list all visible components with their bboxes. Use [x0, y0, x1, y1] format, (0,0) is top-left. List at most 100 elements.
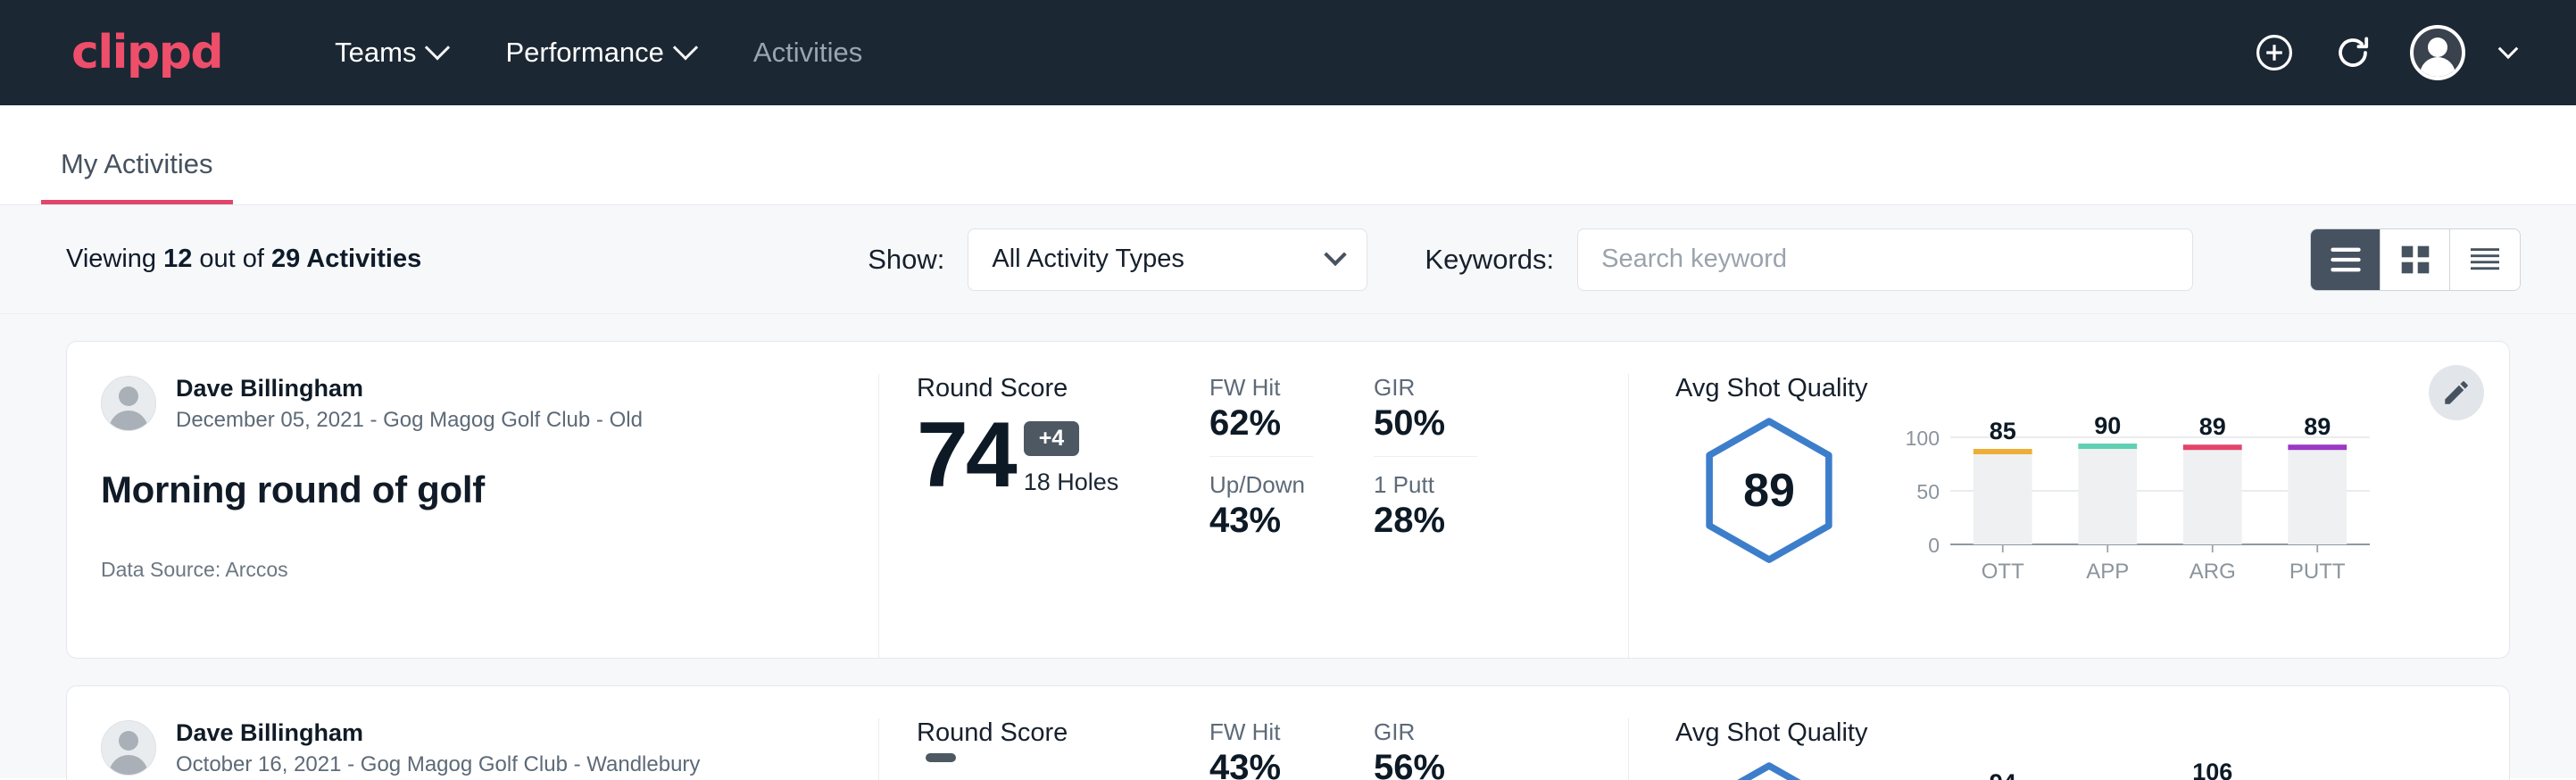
bar-value-label: 89 — [2199, 413, 2226, 440]
bar — [2183, 449, 2242, 544]
bar-chart-svg: 05010094OTT82APP106ARG87PUTT — [1895, 751, 2377, 780]
filter-bar: Viewing 12 out of 29 Activities Show: Al… — [0, 205, 2576, 314]
bar-value-label: 85 — [1990, 418, 2016, 444]
bar — [1974, 453, 2032, 544]
x-tick-label: APP — [2086, 560, 2129, 584]
avatar-body — [2420, 57, 2456, 77]
tab-bar: My Activities — [0, 105, 2576, 205]
chevron-down-icon — [1325, 243, 1347, 265]
bar-value-label: 87 — [2304, 776, 2331, 780]
nav-item-performance[interactable]: Performance — [482, 26, 717, 79]
add-icon[interactable] — [2253, 31, 2296, 74]
refresh-icon[interactable] — [2331, 31, 2374, 74]
bar-cap — [1974, 449, 2032, 454]
nav-item-teams[interactable]: Teams — [312, 26, 469, 79]
stat-label: FW Hit — [1209, 718, 1313, 746]
activity-author: Dave Billingham October 16, 2021 - Gog M… — [101, 718, 843, 777]
stat-value: 43% — [1209, 748, 1313, 780]
hexagon-score-wrap — [1675, 751, 1863, 780]
x-tick-label: ARG — [2190, 560, 2236, 584]
bar-value-label: 89 — [2304, 413, 2331, 440]
activity-stats-grid: FW Hit 43% GIR 56% — [1209, 718, 1629, 780]
search-input[interactable] — [1601, 245, 2169, 274]
edit-activity-button[interactable] — [2429, 365, 2484, 420]
grid-view-button[interactable] — [2381, 229, 2450, 290]
round-score-row — [917, 753, 1209, 775]
avatar-head — [2428, 37, 2447, 57]
top-navigation-bar: clippd Teams Performance Activities — [0, 0, 2576, 105]
round-score-column: Round Score 74 +4 18 Holes — [879, 374, 1209, 658]
stat-one-putt: 1 Putt 28% — [1374, 471, 1477, 541]
nav-item-activities[interactable]: Activities — [730, 26, 885, 79]
stat-label: GIR — [1374, 374, 1477, 402]
viewing-count: 12 — [163, 245, 192, 273]
keywords-label: Keywords: — [1425, 244, 1554, 276]
avatar-body — [109, 755, 148, 776]
round-score-label: Round Score — [917, 718, 1209, 748]
activity-info-column: Dave Billingham October 16, 2021 - Gog M… — [67, 718, 879, 780]
round-score-row: 74 +4 18 Holes — [917, 409, 1209, 502]
activity-card[interactable]: Dave Billingham October 16, 2021 - Gog M… — [66, 685, 2510, 780]
stat-label: Up/Down — [1209, 471, 1313, 499]
tab-my-activities[interactable]: My Activities — [41, 148, 233, 204]
avatar-body — [109, 411, 148, 431]
avg-shot-quality-value — [1701, 760, 1837, 780]
avg-shot-quality-column: Avg Shot Quality 89 05010085OTT90APP89AR… — [1629, 374, 2509, 658]
round-score-side — [926, 753, 956, 775]
stat-value: 43% — [1209, 501, 1313, 541]
avg-shot-quality-column: Avg Shot Quality 05010094OTT82APP106ARG8… — [1629, 718, 2509, 780]
stat-value: 50% — [1374, 403, 1477, 444]
bar — [2078, 448, 2137, 544]
avatar[interactable] — [2410, 25, 2465, 80]
round-score-column: Round Score — [879, 718, 1209, 780]
nav-item-activities-label: Activities — [753, 37, 862, 69]
avg-shot-quality-value: 89 — [1701, 416, 1837, 566]
avg-shot-quality-body: 05010094OTT82APP106ARG87PUTT — [1675, 751, 2509, 780]
activity-data-source: Data Source: Arccos — [101, 558, 843, 582]
viewing-prefix: Viewing — [66, 245, 163, 273]
bar-cap — [2078, 444, 2137, 449]
bar-value-label: 90 — [2094, 412, 2121, 439]
stat-gir: GIR 56% — [1374, 718, 1477, 780]
stat-fw-hit: FW Hit 43% — [1209, 718, 1313, 780]
compact-view-button[interactable] — [2450, 229, 2520, 290]
hexagon-score-wrap: 89 — [1675, 407, 1863, 566]
activity-card[interactable]: Dave Billingham December 05, 2021 - Gog … — [66, 341, 2510, 659]
round-score-side: +4 18 Holes — [1024, 421, 1119, 502]
holes-label: 18 Holes — [1024, 469, 1119, 496]
avg-shot-quality-body: 89 05010085OTT90APP89ARG89PUTT — [1675, 407, 2509, 585]
list-view-button[interactable] — [2311, 229, 2381, 290]
stat-fw-hit: FW Hit 62% — [1209, 374, 1313, 457]
round-score-label: Round Score — [917, 374, 1209, 403]
search-field-wrap[interactable] — [1577, 228, 2193, 291]
x-tick-label: PUTT — [2289, 560, 2346, 584]
avatar — [101, 720, 156, 776]
nav-item-performance-label: Performance — [505, 37, 663, 69]
avg-shot-quality-label: Avg Shot Quality — [1675, 374, 2509, 403]
activity-title: Morning round of golf — [101, 469, 843, 511]
brand-logo[interactable]: clippd — [71, 26, 222, 79]
avg-shot-quality-label: Avg Shot Quality — [1675, 718, 2509, 748]
avatar-head — [119, 731, 138, 751]
score-to-par-badge — [926, 753, 956, 762]
stat-up-down: Up/Down 43% — [1209, 471, 1313, 541]
hexagon-badge — [1701, 760, 1837, 780]
round-score-value: 74 — [917, 409, 1015, 502]
nav-actions — [2253, 25, 2539, 80]
bar-cap — [2288, 444, 2347, 450]
chevron-down-icon — [673, 35, 698, 60]
activity-type-select[interactable]: All Activity Types — [968, 228, 1367, 291]
viewing-mid: out of — [192, 245, 271, 273]
x-tick-label: OTT — [1982, 560, 2024, 584]
bar-value-label: 94 — [1990, 769, 2016, 780]
activity-author-name: Dave Billingham — [176, 374, 643, 402]
nav-item-teams-label: Teams — [335, 37, 416, 69]
primary-nav: Teams Performance Activities — [312, 26, 885, 79]
activity-meta: December 05, 2021 - Gog Magog Golf Club … — [176, 408, 643, 433]
viewing-count-text: Viewing 12 out of 29 Activities — [66, 245, 421, 274]
edit-icon — [2441, 378, 2472, 408]
chevron-down-icon — [425, 35, 450, 60]
y-tick-label: 100 — [1906, 427, 1940, 450]
chevron-down-icon[interactable] — [2498, 38, 2519, 59]
stat-value: 56% — [1374, 748, 1477, 780]
